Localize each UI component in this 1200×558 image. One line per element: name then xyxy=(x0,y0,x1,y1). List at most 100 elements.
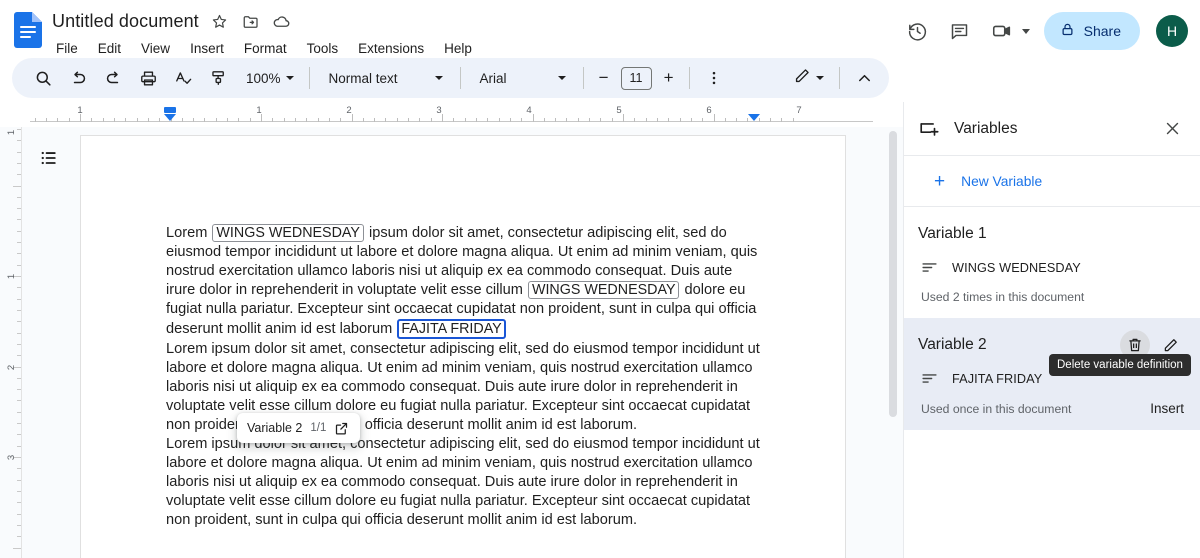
document-outline-icon[interactable] xyxy=(36,145,62,171)
document-title[interactable]: Untitled document xyxy=(52,11,199,32)
paragraph[interactable]: Lorem WINGS WEDNESDAY ipsum dolor sit am… xyxy=(166,224,763,340)
menu-help[interactable]: Help xyxy=(442,40,474,57)
spellcheck-icon[interactable] xyxy=(168,63,198,93)
toolbar-divider xyxy=(688,67,690,89)
document-page[interactable]: Lorem WINGS WEDNESDAY ipsum dolor sit am… xyxy=(80,135,846,558)
variable-name: Variable 2 xyxy=(918,336,987,353)
paragraph[interactable]: Lorem ipsum dolor sit amet, consectetur … xyxy=(166,435,763,530)
chevron-down-icon xyxy=(557,76,566,80)
variable-chip[interactable]: WINGS WEDNESDAY xyxy=(212,224,364,242)
vertical-ruler-number: 1 xyxy=(5,273,17,280)
variable-item-1[interactable]: Variable 1 WINGS WEDNESDAY Used 2 times … xyxy=(904,207,1200,318)
variable-item-2[interactable]: Variable 2 FAJITA FRIDAY Used once in th… xyxy=(904,318,1200,430)
editor-column: 11234567 1231 Lorem WINGS WEDNESDAY ipsu… xyxy=(0,102,903,558)
menu-file[interactable]: File xyxy=(54,40,80,57)
share-label: Share xyxy=(1083,23,1121,39)
variable-popup-count: 1/1 xyxy=(310,422,327,434)
variables-panel: Variables + New Variable Variable 1 WING… xyxy=(903,102,1200,558)
horizontal-ruler[interactable]: 1 1 2 3 4 5 6 7 xyxy=(0,102,903,127)
new-variable-button[interactable]: + New Variable xyxy=(904,156,1200,207)
zoom-selector[interactable]: 100% xyxy=(238,63,300,93)
chevron-down-icon xyxy=(816,76,824,80)
close-icon[interactable] xyxy=(1156,113,1188,145)
vertical-ruler-number: 1 xyxy=(5,129,17,136)
menu-edit[interactable]: Edit xyxy=(96,40,123,57)
right-indent-marker[interactable] xyxy=(748,114,760,121)
decrease-font-size-button[interactable]: − xyxy=(593,67,615,89)
vertical-ruler-number: 2 xyxy=(5,364,17,370)
version-history-icon[interactable] xyxy=(899,12,937,50)
cloud-saved-icon[interactable] xyxy=(272,12,292,32)
variable-usage: Used once in this document xyxy=(921,402,1072,416)
menu-bar: File Edit View Insert Format Tools Exten… xyxy=(52,36,899,60)
move-to-folder-icon[interactable] xyxy=(241,12,261,32)
meet-button[interactable] xyxy=(983,12,1034,50)
text-lines-icon xyxy=(921,370,938,387)
avatar[interactable]: H xyxy=(1156,15,1188,47)
open-in-new-icon[interactable] xyxy=(334,420,350,436)
editing-mode-selector[interactable] xyxy=(787,63,830,93)
font-size-control: − 11 + xyxy=(593,66,680,90)
google-docs-icon[interactable] xyxy=(14,12,42,48)
left-indent-marker[interactable] xyxy=(164,114,176,121)
paint-format-icon[interactable] xyxy=(203,63,233,93)
plus-icon: + xyxy=(934,170,946,192)
increase-font-size-button[interactable]: + xyxy=(658,67,680,89)
vertical-ruler-number: 3 xyxy=(5,454,17,461)
title-row: Untitled document xyxy=(52,8,899,35)
ruler-number: 6 xyxy=(706,105,712,116)
video-camera-icon[interactable] xyxy=(983,12,1021,50)
toolbar-wrapper: 100% Normal text Arial − 11 + xyxy=(0,58,1200,102)
top-bar: Untitled document File Edit View Insert … xyxy=(0,0,1200,58)
document-scrollbar[interactable] xyxy=(889,131,897,417)
variable-chip[interactable]: FAJITA FRIDAY xyxy=(397,319,506,340)
redo-icon[interactable] xyxy=(98,63,128,93)
collapse-toolbar-icon[interactable] xyxy=(849,63,879,93)
body: 11234567 1231 Lorem WINGS WEDNESDAY ipsu… xyxy=(0,102,1200,558)
font-family-selector[interactable]: Arial xyxy=(470,63,574,93)
delete-tooltip: Delete variable definition xyxy=(1049,354,1191,376)
title-and-menus: Untitled document File Edit View Insert … xyxy=(52,8,899,60)
panel-title: Variables xyxy=(954,119,1018,137)
chevron-down-icon xyxy=(434,76,443,80)
font-family-value: Arial xyxy=(479,70,507,86)
menu-tools[interactable]: Tools xyxy=(305,40,341,57)
toolbar-divider xyxy=(839,67,840,89)
first-line-indent-marker[interactable] xyxy=(164,107,176,113)
star-icon[interactable] xyxy=(210,12,230,32)
search-icon[interactable] xyxy=(28,63,58,93)
editor-area: 1 2 3 1 Lorem WINGS WEDNESDAY ipsum dolor s… xyxy=(0,127,903,558)
vertical-ruler[interactable]: 1 2 3 1 xyxy=(0,127,22,558)
menu-view[interactable]: View xyxy=(139,40,172,57)
variable-footer: Used once in this document Insert xyxy=(918,401,1186,416)
variables-icon xyxy=(918,118,940,140)
variable-value: WINGS WEDNESDAY xyxy=(952,260,1081,275)
toolbar-divider xyxy=(459,67,461,89)
menu-extensions[interactable]: Extensions xyxy=(356,40,426,57)
chevron-down-icon[interactable] xyxy=(1021,28,1030,34)
share-button[interactable]: Share xyxy=(1043,12,1140,50)
google-docs-window: Untitled document File Edit View Insert … xyxy=(0,0,1200,558)
variable-header: Variable 1 xyxy=(918,221,1186,247)
pencil-icon xyxy=(793,66,812,90)
ruler-number: 4 xyxy=(526,105,532,116)
menu-insert[interactable]: Insert xyxy=(188,40,226,57)
comment-icon[interactable] xyxy=(941,12,979,50)
toolbar-divider xyxy=(308,67,310,89)
paragraph-style-selector[interactable]: Normal text xyxy=(319,63,451,93)
insert-variable-button[interactable]: Insert xyxy=(1150,401,1186,416)
ruler-number: 3 xyxy=(436,105,442,116)
more-vertical-icon[interactable] xyxy=(699,63,729,93)
variable-name: Variable 1 xyxy=(918,225,987,242)
variable-footer: Used 2 times in this document xyxy=(918,290,1186,304)
font-size-input[interactable]: 11 xyxy=(620,66,652,90)
variable-chip[interactable]: WINGS WEDNESDAY xyxy=(527,281,680,300)
page-content[interactable]: Lorem WINGS WEDNESDAY ipsum dolor sit am… xyxy=(81,136,845,531)
print-icon[interactable] xyxy=(133,63,163,93)
menu-format[interactable]: Format xyxy=(242,40,289,57)
variable-usage: Used 2 times in this document xyxy=(921,290,1085,304)
ruler-number: 5 xyxy=(616,105,622,116)
undo-icon[interactable] xyxy=(63,63,93,93)
panel-header: Variables xyxy=(904,102,1200,156)
variable-popup[interactable]: Variable 2 1/1 xyxy=(237,413,361,443)
